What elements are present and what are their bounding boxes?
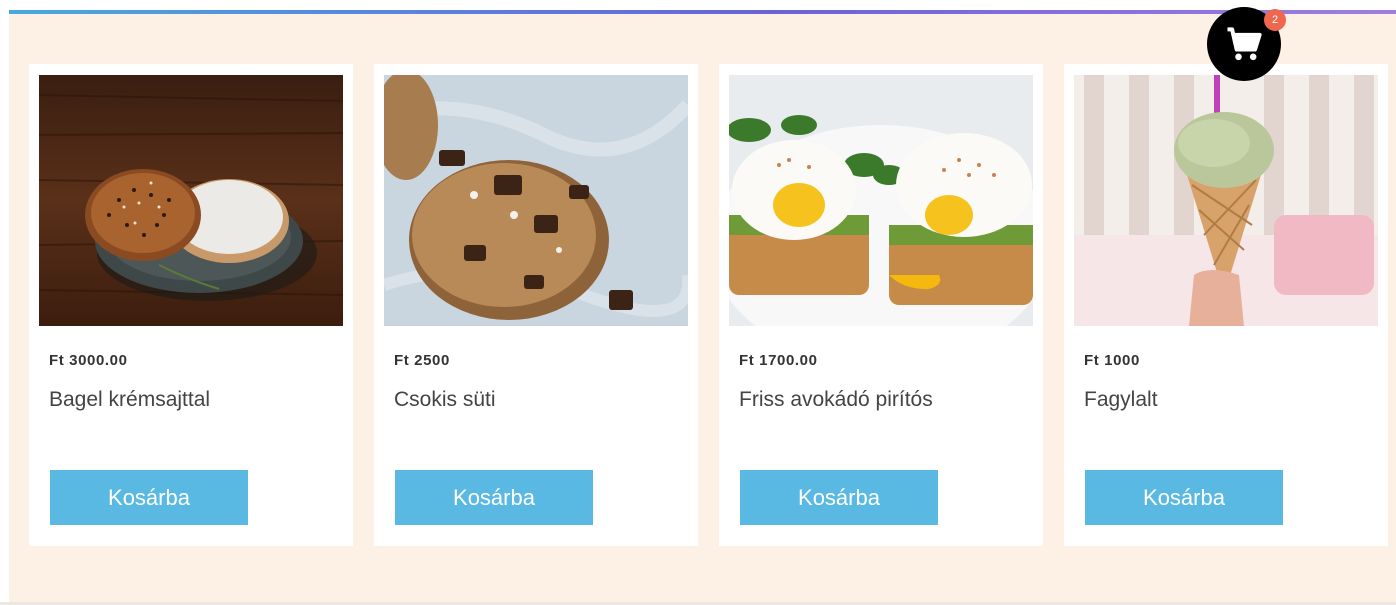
product-name: Csokis süti — [394, 388, 496, 411]
product-grid: Ft 3000.00 Bagel krémsajttal Kosárba Ft … — [29, 64, 1388, 546]
product-price: Ft 3000.00 — [49, 352, 128, 369]
product-price: Ft 2500 — [394, 352, 450, 369]
product-price: Ft 1000 — [1084, 352, 1140, 369]
product-card: Ft 1000 Fagylalt Kosárba — [1064, 64, 1388, 546]
ice-cream-photo — [1074, 75, 1378, 326]
product-card: Ft 3000.00 Bagel krémsajttal Kosárba — [29, 64, 353, 546]
product-image-bagel[interactable] — [39, 75, 343, 326]
add-to-cart-button[interactable]: Kosárba — [395, 470, 593, 525]
product-card: Ft 2500 Csokis süti Kosárba — [374, 64, 698, 546]
cookie-photo — [384, 75, 688, 326]
left-strip — [0, 0, 9, 605]
top-strip — [0, 0, 1396, 10]
product-card: Ft 1700.00 Friss avokádó pirítós Kosárba — [719, 64, 1043, 546]
product-image-avocado-toast[interactable] — [729, 75, 1033, 326]
product-image-ice-cream[interactable] — [1074, 75, 1378, 326]
product-name: Fagylalt — [1084, 388, 1158, 411]
product-name: Friss avokádó pirítós — [739, 388, 933, 411]
cart-count-badge: 2 — [1264, 9, 1286, 31]
add-to-cart-button[interactable]: Kosárba — [740, 470, 938, 525]
bagel-photo — [39, 75, 343, 326]
product-image-cookie[interactable] — [384, 75, 688, 326]
avocado-toast-photo — [729, 75, 1033, 326]
shopping-cart-icon — [1227, 27, 1262, 61]
product-name: Bagel krémsajttal — [49, 388, 211, 411]
add-to-cart-button[interactable]: Kosárba — [50, 470, 248, 525]
add-to-cart-button[interactable]: Kosárba — [1085, 470, 1283, 525]
header-accent-line — [9, 10, 1396, 14]
product-price: Ft 1700.00 — [739, 352, 818, 369]
